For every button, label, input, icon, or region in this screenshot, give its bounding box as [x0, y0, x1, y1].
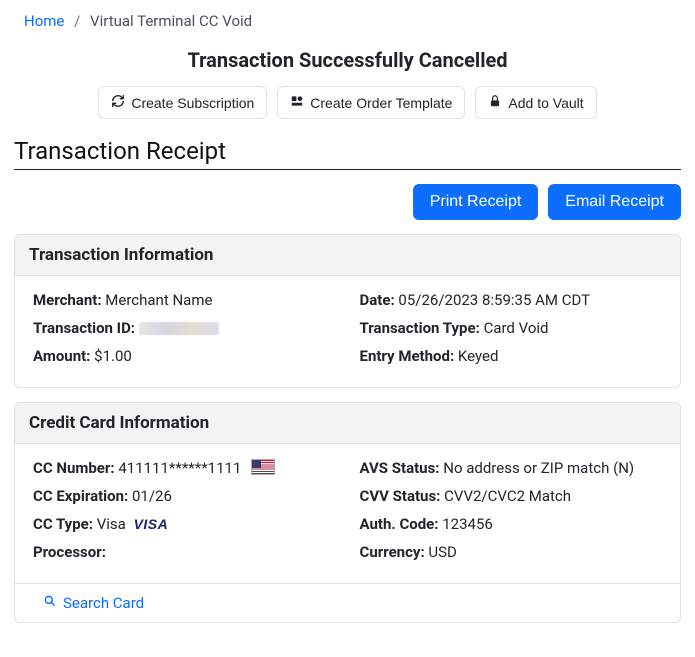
email-receipt-button[interactable]: Email Receipt: [548, 184, 681, 220]
receipt-heading: Transaction Receipt: [14, 137, 681, 165]
create-order-template-label: Create Order Template: [310, 95, 452, 111]
processor-row: Processor:: [33, 542, 340, 564]
merchant-value: Merchant Name: [105, 291, 212, 309]
breadcrumb: Home / Virtual Terminal CC Void: [14, 0, 681, 40]
lock-icon: [488, 94, 502, 111]
cvv-status-value: CVV2/CVC2 Match: [444, 487, 571, 505]
entry-method-value: Keyed: [458, 347, 499, 365]
amount-value: $1.00: [94, 347, 132, 365]
visa-logo-icon: VISA: [134, 516, 169, 532]
auth-code-value: 123456: [442, 515, 493, 533]
date-label: Date:: [360, 291, 395, 309]
cvv-status-row: CVV Status: CVV2/CVC2 Match: [360, 486, 667, 508]
heading-rule: [14, 169, 681, 170]
transaction-info-panel: Transaction Information Merchant: Mercha…: [14, 234, 681, 388]
breadcrumb-home-link[interactable]: Home: [24, 12, 64, 30]
amount-label: Amount:: [33, 347, 90, 365]
breadcrumb-separator: /: [74, 12, 80, 30]
merchant-row: Merchant: Merchant Name: [33, 290, 340, 312]
breadcrumb-current: Virtual Terminal CC Void: [90, 12, 252, 30]
avs-status-row: AVS Status: No address or ZIP match (N): [360, 458, 667, 480]
cancel-success-title: Transaction Successfully Cancelled: [14, 48, 681, 72]
merchant-label: Merchant:: [33, 291, 102, 309]
transaction-type-row: Transaction Type: Card Void: [360, 318, 667, 340]
refresh-icon: [111, 94, 125, 111]
add-to-vault-label: Add to Vault: [508, 95, 583, 111]
receipt-button-row: Print Receipt Email Receipt: [14, 184, 681, 220]
template-icon: [290, 94, 304, 111]
transaction-info-header: Transaction Information: [15, 235, 680, 276]
cc-expiration-row: CC Expiration: 01/26: [33, 486, 340, 508]
amount-row: Amount: $1.00: [33, 346, 340, 368]
create-order-template-button[interactable]: Create Order Template: [277, 86, 465, 119]
search-card-label: Search Card: [63, 594, 144, 612]
cc-type-row: CC Type: Visa VISA: [33, 514, 340, 536]
cc-type-value: Visa: [97, 515, 126, 533]
search-icon: [43, 594, 57, 612]
auth-code-label: Auth. Code:: [360, 515, 439, 533]
cc-type-label: CC Type:: [33, 515, 93, 533]
us-flag-icon: [251, 459, 275, 475]
create-subscription-button[interactable]: Create Subscription: [98, 86, 267, 119]
action-button-row: Create Subscription Create Order Templat…: [14, 86, 681, 119]
add-to-vault-button[interactable]: Add to Vault: [475, 86, 596, 119]
currency-label: Currency:: [360, 543, 425, 561]
processor-label: Processor:: [33, 543, 106, 561]
entry-method-row: Entry Method: Keyed: [360, 346, 667, 368]
transaction-id-row: Transaction ID:: [33, 318, 340, 340]
cc-info-header: Credit Card Information: [15, 403, 680, 444]
transaction-type-label: Transaction Type:: [360, 319, 480, 337]
cc-number-label: CC Number:: [33, 459, 115, 477]
transaction-id-redacted: [139, 322, 219, 335]
create-subscription-label: Create Subscription: [131, 95, 254, 111]
cc-number-value: 411111******1111: [118, 459, 241, 477]
date-value: 05/26/2023 8:59:35 AM CDT: [398, 291, 590, 309]
auth-code-row: Auth. Code: 123456: [360, 514, 667, 536]
date-row: Date: 05/26/2023 8:59:35 AM CDT: [360, 290, 667, 312]
avs-status-label: AVS Status:: [360, 459, 440, 477]
transaction-type-value: Card Void: [484, 319, 549, 337]
cc-expiration-label: CC Expiration:: [33, 487, 128, 505]
cvv-status-label: CVV Status:: [360, 487, 441, 505]
currency-row: Currency: USD: [360, 542, 667, 564]
search-card-link[interactable]: Search Card: [43, 594, 144, 612]
currency-value: USD: [428, 543, 456, 561]
avs-status-value: No address or ZIP match (N): [443, 459, 634, 477]
cc-number-row: CC Number: 411111******1111: [33, 458, 340, 480]
entry-method-label: Entry Method:: [360, 347, 455, 365]
cc-info-panel: Credit Card Information CC Number: 41111…: [14, 402, 681, 623]
transaction-id-label: Transaction ID:: [33, 319, 135, 337]
cc-expiration-value: 01/26: [132, 487, 172, 505]
print-receipt-button[interactable]: Print Receipt: [413, 184, 539, 220]
